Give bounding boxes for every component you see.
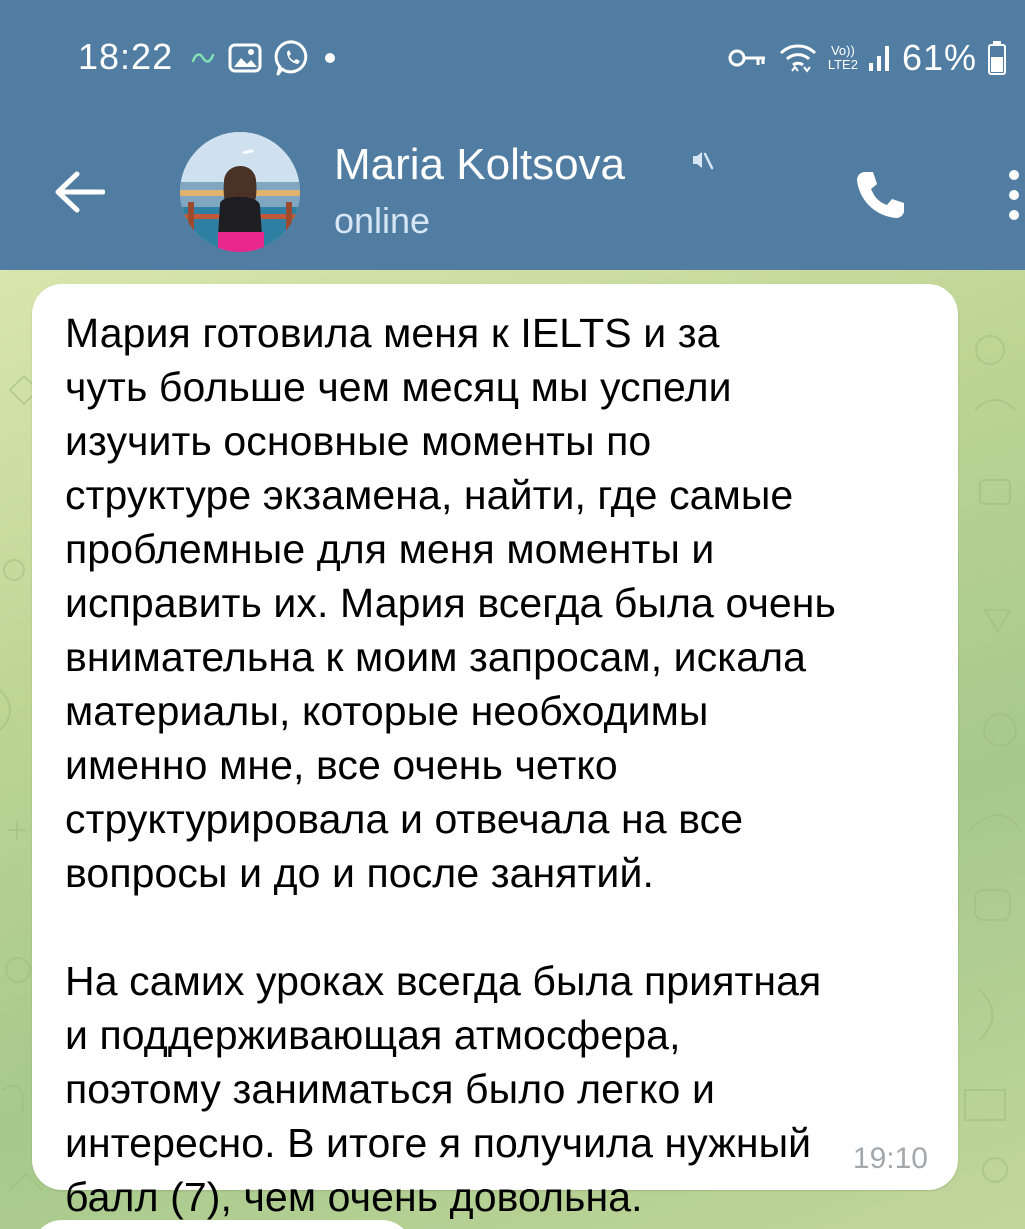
contact-status: online [334, 200, 431, 241]
back-button[interactable] [44, 162, 114, 222]
chat-area[interactable]: Мария готовила меня к IELTS и за чуть бо… [0, 270, 1025, 1229]
phone-icon [851, 166, 909, 224]
mute-icon [690, 148, 714, 172]
battery-percentage: 61% [901, 37, 977, 78]
volte-label: Vo)) [830, 43, 855, 58]
gallery-icon [228, 43, 262, 73]
next-message-bubble-edge[interactable] [32, 1220, 412, 1229]
back-arrow-icon [53, 170, 105, 214]
more-menu-button[interactable] [994, 165, 1025, 225]
wifi-icon [778, 41, 818, 75]
link-icon [190, 51, 216, 65]
battery-icon [987, 40, 1007, 76]
message-bubble[interactable]: Мария готовила меня к IELTS и за чуть бо… [32, 284, 958, 1220]
call-button[interactable] [845, 160, 915, 230]
vpn-key-icon [728, 47, 768, 69]
chat-header: Maria Koltsova online [0, 120, 1025, 270]
status-right-icons: Vo)) LTE2 61% [728, 36, 1007, 80]
avatar[interactable] [180, 132, 300, 252]
status-time: 18:22 [78, 36, 174, 77]
signal-icon [868, 43, 892, 73]
dot-icon [324, 52, 336, 64]
message-time: 19:10 [852, 1142, 928, 1175]
message-text: Мария готовила меня к IELTS и за чуть бо… [65, 310, 837, 1220]
whatsapp-icon [274, 39, 312, 77]
status-left-icons [190, 38, 336, 78]
status-bar: 18:22 Vo)) LTE2 61% [0, 0, 1025, 120]
contact-name[interactable]: Maria Koltsova [334, 140, 625, 190]
lte-label: LTE2 [827, 57, 858, 72]
top-bar: 18:22 Vo)) LTE2 61% Maria Koltsova onlin… [0, 0, 1025, 270]
more-vertical-icon [994, 165, 1025, 225]
volte-icon: Vo)) LTE2 [828, 44, 858, 72]
